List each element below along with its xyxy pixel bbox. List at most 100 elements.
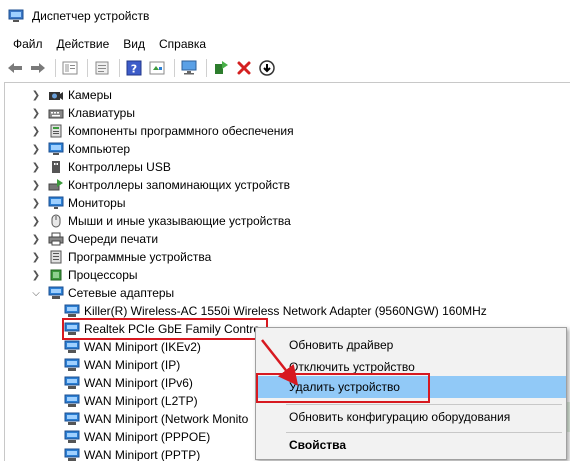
tree-item-label: WAN Miniport (PPTP) [84,448,201,461]
network-adapter-icon [64,448,80,461]
chevron-right-icon[interactable]: ❯ [30,233,42,245]
computer-icon [48,142,64,155]
tree-item-label: Камеры [68,88,112,102]
tree-item-label: Программные устройства [68,250,212,264]
tree-item-mice[interactable]: ❯ Мыши и иные указывающие устройства [30,212,291,230]
tree-item-label: Компьютер [68,142,131,156]
tree-item-keyboards[interactable]: ❯ Клавиатуры [30,104,135,122]
tree-item-label: WAN Miniport (IKEv2) [84,340,201,354]
tree-item-wan-network-monitor[interactable]: WAN Miniport (Network Monito [64,410,254,428]
device-manager-icon [8,9,24,22]
tree-item-label: Клавиатуры [68,106,135,120]
tree-item-cameras[interactable]: ❯ Камеры [30,86,112,104]
tree-item-storage-controllers[interactable]: ❯ Контроллеры запоминающих устройств [30,176,290,194]
print-queue-icon [48,232,64,246]
tree-item-label: Мыши и иные указывающие устройства [68,214,291,228]
menu-bar: Файл Действие Вид Справка [0,33,570,55]
help-icon[interactable]: ? [124,58,144,78]
tree-item-print-queues[interactable]: ❯ Очереди печати [30,230,158,248]
network-adapter-icon [64,394,80,407]
tree-item-software-devices[interactable]: ❯ Программные устройства [30,248,211,266]
show-hidden-icon[interactable] [147,58,167,78]
storage-controller-icon [48,179,63,191]
tree-item-software-components[interactable]: ❯ Компоненты программного обеспечения [30,122,294,140]
processor-icon [50,269,62,281]
chevron-down-icon[interactable]: ⌵ [30,287,42,299]
menu-view[interactable]: Вид [116,33,152,55]
toolbar-separator [174,59,175,77]
title-bar: Диспетчер устройств [0,0,570,32]
tree-item-label: Контроллеры USB [68,160,171,174]
chevron-right-icon[interactable]: ❯ [30,251,42,263]
toolbar-separator [119,59,120,77]
mouse-icon [51,214,61,228]
svg-text:?: ? [131,63,137,76]
ctx-scan-hardware[interactable]: Обновить конфигурацию оборудования [256,406,566,428]
tree-item-killer-wireless[interactable]: Killer(R) Wireless-AC 1550i Wireless Net… [64,302,487,320]
ctx-properties[interactable]: Свойства [256,434,566,456]
ctx-update-driver[interactable]: Обновить драйвер [256,334,566,356]
tree-item-wan-l2tp[interactable]: WAN Miniport (L2TP) [64,392,198,410]
ctx-disable-device[interactable]: Отключить устройство [256,356,566,378]
tree-item-label: Очереди печати [68,232,159,246]
tree-item-label: Контроллеры запоминающих устройств [68,178,290,192]
toolbar-separator [87,59,88,77]
chevron-right-icon[interactable]: ❯ [30,143,42,155]
properties-icon[interactable] [60,58,80,78]
network-adapter-icon [64,358,80,371]
forward-icon[interactable] [28,58,48,78]
tree-item-label: Мониторы [68,196,126,210]
ctx-separator [286,404,562,405]
software-components-icon [50,124,62,138]
chevron-right-icon[interactable]: ❯ [30,125,42,137]
chevron-right-icon[interactable]: ❯ [30,269,42,281]
tree-item-realtek[interactable]: Realtek PCIe GbE Family Contro [64,320,264,338]
tree-item-wan-ipv6[interactable]: WAN Miniport (IPv6) [64,374,193,392]
update-icon[interactable] [92,58,112,78]
tree-item-network-adapters[interactable]: ⌵ Сетевые адаптеры [30,284,174,302]
monitor-icon [48,196,64,209]
network-adapter-icon [64,304,80,317]
ctx-separator [286,432,562,433]
toolbar-separator [55,59,56,77]
tree-item-wan-pppoe[interactable]: WAN Miniport (PPPOE) [64,428,210,446]
network-adapter-icon [64,430,80,443]
usb-controller-icon [52,161,60,173]
window-title: Диспетчер устройств [32,9,150,23]
chevron-right-icon[interactable]: ❯ [30,107,42,119]
download-icon[interactable] [257,58,277,78]
tree-item-label: WAN Miniport (IP) [84,358,181,372]
context-menu: Обновить драйвер Отключить устройство Уд… [255,327,567,460]
chevron-right-icon[interactable]: ❯ [30,197,42,209]
menu-action[interactable]: Действие [50,33,117,55]
chevron-right-icon[interactable]: ❯ [30,179,42,191]
chevron-right-icon[interactable]: ❯ [30,89,42,101]
tree-item-wan-ip[interactable]: WAN Miniport (IP) [64,356,180,374]
enable-icon[interactable] [211,58,231,78]
tree-item-processors[interactable]: ❯ Процессоры [30,266,138,284]
menu-file[interactable]: Файл [0,33,50,55]
ctx-uninstall-device[interactable]: Удалить устройство [256,376,566,398]
network-adapter-icon [48,286,64,299]
tree-item-wan-ikev2[interactable]: WAN Miniport (IKEv2) [64,338,201,356]
toolbar-separator [206,59,207,77]
tree-item-label: WAN Miniport (Network Monito [84,412,249,426]
chevron-right-icon[interactable]: ❯ [30,161,42,173]
menu-help[interactable]: Справка [152,33,213,55]
scan-hardware-icon[interactable] [179,58,199,78]
tree-item-label: WAN Miniport (IPv6) [84,376,193,390]
chevron-right-icon[interactable]: ❯ [30,215,42,227]
back-icon[interactable] [5,58,25,78]
tree-item-wan-pptp[interactable]: WAN Miniport (PPTP) [64,446,200,461]
network-adapter-icon [64,376,80,389]
tree-item-label: Realtek PCIe GbE Family Contro [84,322,261,336]
tree-item-label: Компоненты программного обеспечения [68,124,294,138]
tree-item-computer[interactable]: ❯ Компьютер [30,140,130,158]
tree-item-usb-controllers[interactable]: ❯ Контроллеры USB [30,158,171,176]
camera-icon [49,92,63,100]
tree-item-label: WAN Miniport (L2TP) [84,394,198,408]
network-adapter-icon [64,322,80,335]
uninstall-icon[interactable] [234,58,254,78]
tree-item-monitors[interactable]: ❯ Мониторы [30,194,126,212]
keyboard-icon [48,109,64,119]
